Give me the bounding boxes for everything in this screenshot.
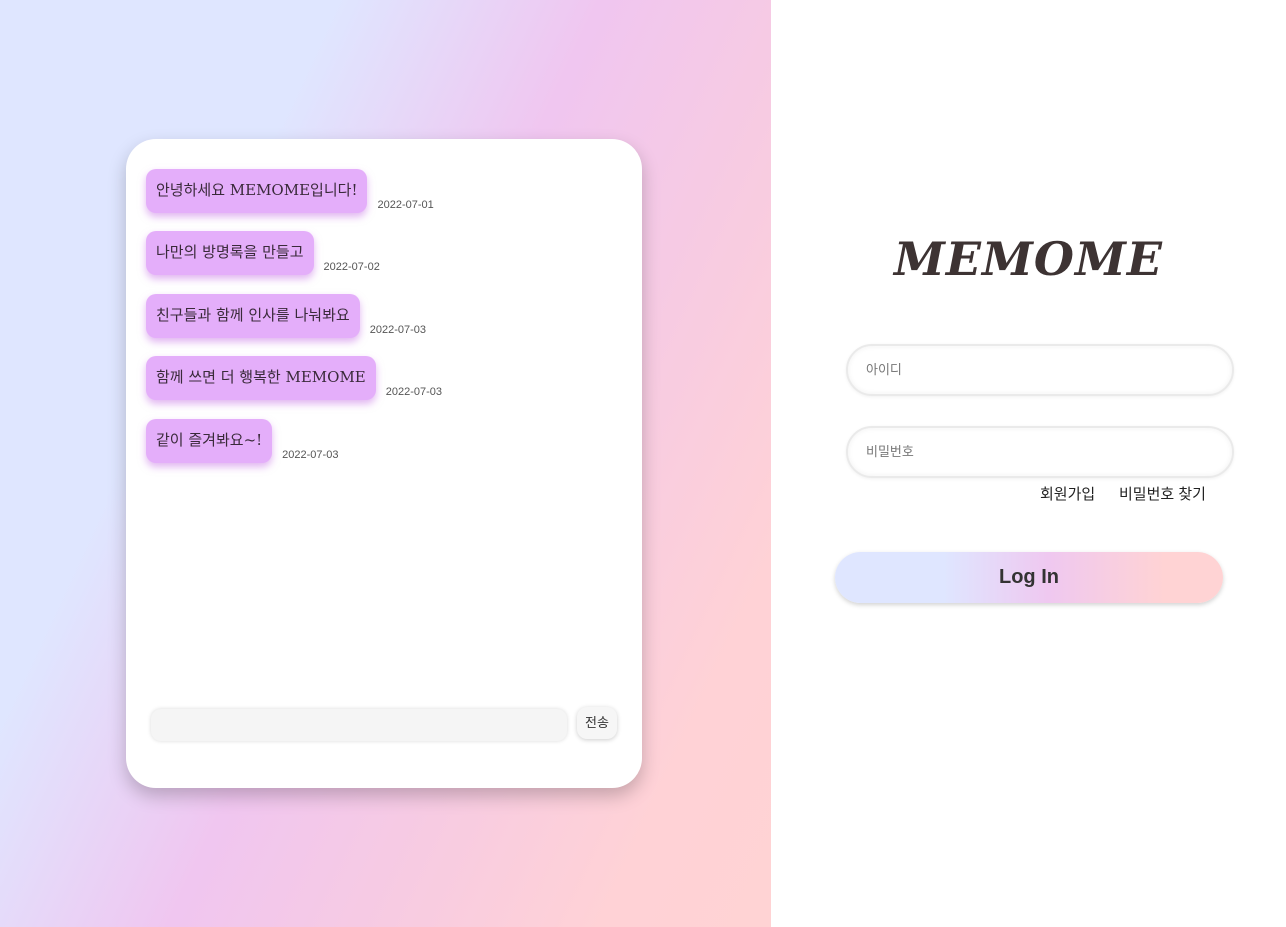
message-date: 2022-07-03 — [369, 324, 426, 336]
guestbook-preview-card: 안녕하세요 MEMOME입니다! 2022-07-01 나만의 방명록을 만들고… — [126, 139, 642, 788]
id-placeholder: 아이디 — [866, 362, 902, 377]
message-date: 2022-07-02 — [323, 261, 380, 273]
message-date: 2022-07-01 — [377, 199, 434, 211]
login-button[interactable]: Log In — [835, 552, 1223, 603]
message-bubble: 나만의 방명록을 만들고 — [146, 231, 314, 275]
message-row: 같이 즐겨봐요~! 2022-07-03 — [146, 419, 338, 463]
find-password-link[interactable]: 비밀번호 찾기 — [1119, 483, 1206, 504]
send-button[interactable]: 전송 — [577, 707, 617, 739]
message-bubble: 함께 쓰면 더 행복한 MEMOME — [146, 356, 376, 400]
message-date: 2022-07-03 — [385, 386, 443, 398]
login-panel: MEMOME 아이디 비밀번호 회원가입 비밀번호 찾기 Log In — [771, 0, 1286, 927]
message-date: 2022-07-03 — [282, 449, 339, 461]
password-placeholder: 비밀번호 — [866, 444, 914, 459]
logo: MEMOME — [894, 232, 1163, 286]
signup-link[interactable]: 회원가입 — [1040, 483, 1095, 504]
message-bubble: 같이 즐겨봐요~! — [146, 419, 273, 463]
password-field[interactable]: 비밀번호 — [846, 426, 1234, 478]
message-row: 안녕하세요 MEMOME입니다! 2022-07-01 — [146, 169, 434, 213]
hero-panel: 안녕하세요 MEMOME입니다! 2022-07-01 나만의 방명록을 만들고… — [0, 0, 771, 927]
message-row: 나만의 방명록을 만들고 2022-07-02 — [146, 231, 380, 275]
message-bubble: 안녕하세요 MEMOME입니다! — [146, 169, 368, 213]
message-bubble: 친구들과 함께 인사를 나눠봐요 — [146, 294, 360, 338]
id-field[interactable]: 아이디 — [846, 344, 1234, 396]
message-row: 함께 쓰면 더 행복한 MEMOME 2022-07-03 — [146, 356, 442, 400]
message-input[interactable] — [151, 709, 567, 741]
message-row: 친구들과 함께 인사를 나눠봐요 2022-07-03 — [146, 294, 426, 338]
